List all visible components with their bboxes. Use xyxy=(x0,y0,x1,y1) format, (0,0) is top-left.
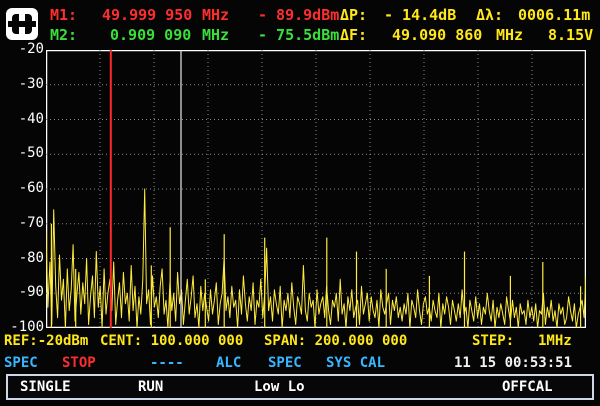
stop-indicator: STOP xyxy=(62,355,96,371)
y-tick-label: -90 xyxy=(18,284,44,301)
delta-f-label: ΔF: xyxy=(340,26,368,44)
dashes-indicator: ---- xyxy=(150,355,184,371)
sweep-settings-line: REF:-20dBm CENT: 100.000 000 SPAN: 200.0… xyxy=(4,333,596,351)
m1-level: - 89.9dBm xyxy=(258,6,340,24)
y-tick-label: -60 xyxy=(18,180,44,196)
analyzer-screen: M1: 49.999 950 MHz - 89.9dBm ΔP: - 14.4d… xyxy=(0,0,600,406)
delta-p-label: ΔP: xyxy=(340,6,368,24)
m1-frequency: 49.999 950 xyxy=(102,6,193,24)
m2-label: M2: xyxy=(50,26,78,44)
y-tick-label: -30 xyxy=(18,75,44,92)
plot-frame xyxy=(46,50,586,328)
y-tick-label: -50 xyxy=(18,145,44,162)
marker-header: M1: 49.999 950 MHz - 89.9dBm ΔP: - 14.4d… xyxy=(0,0,600,46)
reference-level: REF:-20dBm xyxy=(4,333,89,349)
y-tick-label: -80 xyxy=(18,249,44,266)
softkey-bar: SINGLE RUN Low Lo OFFCAL xyxy=(6,374,594,400)
m1-label: M1: xyxy=(50,6,78,24)
single-softkey[interactable]: SINGLE xyxy=(20,379,71,395)
m2-frequency-unit: MHz xyxy=(202,26,230,44)
dc-logo-icon xyxy=(6,8,38,40)
y-tick-label: -40 xyxy=(18,110,44,127)
y-tick-label: -70 xyxy=(18,214,44,231)
m2-frequency: 0.909 090 xyxy=(110,26,192,44)
low-lo-softkey[interactable]: Low Lo xyxy=(254,379,305,395)
spectrum-plot[interactable] xyxy=(46,50,586,328)
step-value: 1MHz xyxy=(538,333,572,349)
m1-frequency-unit: MHz xyxy=(202,6,230,24)
run-softkey[interactable]: RUN xyxy=(138,379,163,395)
center-frequency: CENT: 100.000 000 xyxy=(100,333,244,349)
delta-p-value: - 14.4dB xyxy=(384,6,457,24)
alc-indicator: ALC xyxy=(216,355,242,371)
status-line: SPEC STOP ---- ALC SPEC SYS CAL 11 15 00… xyxy=(4,355,596,373)
offcal-softkey[interactable]: OFFCAL xyxy=(502,379,553,395)
battery-voltage: 8.15V xyxy=(548,26,594,44)
date-time: 11 15 00:53:51 xyxy=(454,355,573,371)
spec-indicator: SPEC xyxy=(268,355,302,371)
syscal-indicator: SYS CAL xyxy=(326,355,386,371)
delta-f-unit: MHz xyxy=(496,26,524,44)
y-tick-label: -20 xyxy=(18,41,44,57)
mode-indicator: SPEC xyxy=(4,355,38,371)
step-label: STEP: xyxy=(472,333,515,349)
delta-f-value: 49.090 860 xyxy=(392,26,483,44)
delta-lambda-value: 0006.11m xyxy=(518,6,591,24)
m2-level: - 75.5dBm xyxy=(258,26,340,44)
span-value: SPAN: 200.000 000 xyxy=(264,333,408,349)
delta-lambda-label: Δλ: xyxy=(476,6,504,24)
